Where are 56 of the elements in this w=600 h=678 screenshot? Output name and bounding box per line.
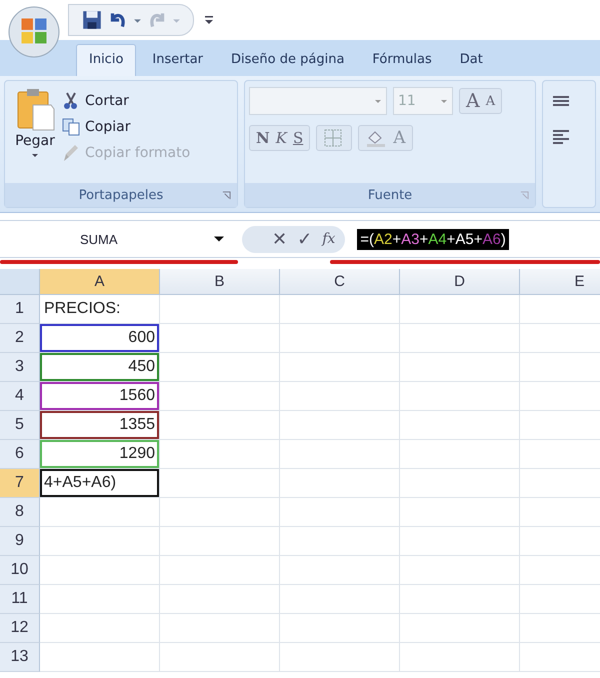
row-header[interactable]: 12 <box>0 614 40 643</box>
clipboard-command[interactable]: Copiar <box>61 117 190 137</box>
row-header[interactable]: 6 <box>0 440 40 469</box>
table-cell: PRECIOS: <box>40 295 160 324</box>
row-header[interactable]: 5 <box>0 411 40 440</box>
row-header[interactable]: 8 <box>0 498 40 527</box>
shrink-font-button[interactable]: A <box>486 94 496 108</box>
copy-icon <box>61 117 81 137</box>
ribbon-tab[interactable]: Inicio <box>76 44 136 76</box>
row-header[interactable]: 10 <box>0 556 40 585</box>
caret-icon <box>374 97 382 105</box>
caret-icon <box>214 234 224 244</box>
ribbon-tab[interactable]: Dat <box>448 45 495 76</box>
caret-icon <box>440 97 448 105</box>
clipboard-command[interactable]: Cortar <box>61 91 190 111</box>
row-header[interactable]: 2 <box>0 324 40 353</box>
font-name-field[interactable] <box>249 87 387 115</box>
row-header[interactable]: 13 <box>0 643 40 672</box>
ribbon-tab[interactable]: Insertar <box>140 45 216 76</box>
ribbon-tab[interactable]: Fórmulas <box>360 45 444 76</box>
column-header[interactable]: A <box>40 269 160 295</box>
italic-button[interactable]: K <box>276 129 287 147</box>
row-header[interactable]: 3 <box>0 353 40 382</box>
row-header[interactable]: 4 <box>0 382 40 411</box>
formula-bar-button[interactable]: ✕ <box>272 228 288 250</box>
caret-icon <box>31 151 39 159</box>
grow-font-button[interactable]: A <box>466 90 480 112</box>
brush-icon <box>61 143 81 163</box>
formula-field[interactable]: =(A2+A3+A4+A5+A6) <box>357 228 509 250</box>
table-cell: 1355 <box>40 411 160 440</box>
name-box[interactable]: SUMA <box>0 232 232 246</box>
dialog-launcher-icon[interactable] <box>222 191 231 200</box>
ribbon-tab[interactable]: Diseño de página <box>219 45 356 76</box>
column-header[interactable]: E <box>520 269 600 295</box>
save-icon[interactable] <box>81 9 103 31</box>
table-cell: 450 <box>40 353 160 382</box>
formula-bar-button[interactable]: fx <box>322 231 336 247</box>
column-header[interactable]: C <box>280 269 400 295</box>
bold-button[interactable]: N <box>256 129 270 147</box>
clipboard-icon <box>15 87 55 131</box>
row-header[interactable]: 11 <box>0 585 40 614</box>
row-header[interactable]: 9 <box>0 527 40 556</box>
paste-button[interactable]: Pegar <box>9 87 61 177</box>
column-header[interactable]: B <box>160 269 280 295</box>
group-title: Fuente <box>368 188 412 202</box>
table-cell: 600 <box>40 324 160 353</box>
underline-button[interactable]: S <box>292 129 304 147</box>
row-header[interactable]: 1 <box>0 295 40 324</box>
column-header[interactable]: D <box>400 269 520 295</box>
row-header[interactable]: 7 <box>0 469 40 498</box>
table-cell: 1290 <box>40 440 160 469</box>
formula-bar-button[interactable]: ✓ <box>297 228 312 250</box>
table-cell: 1560 <box>40 382 160 411</box>
customize-menu-icon[interactable] <box>204 14 214 26</box>
group-title: Portapapeles <box>78 188 164 202</box>
table-cell: 4+A5+A6) <box>40 469 160 498</box>
